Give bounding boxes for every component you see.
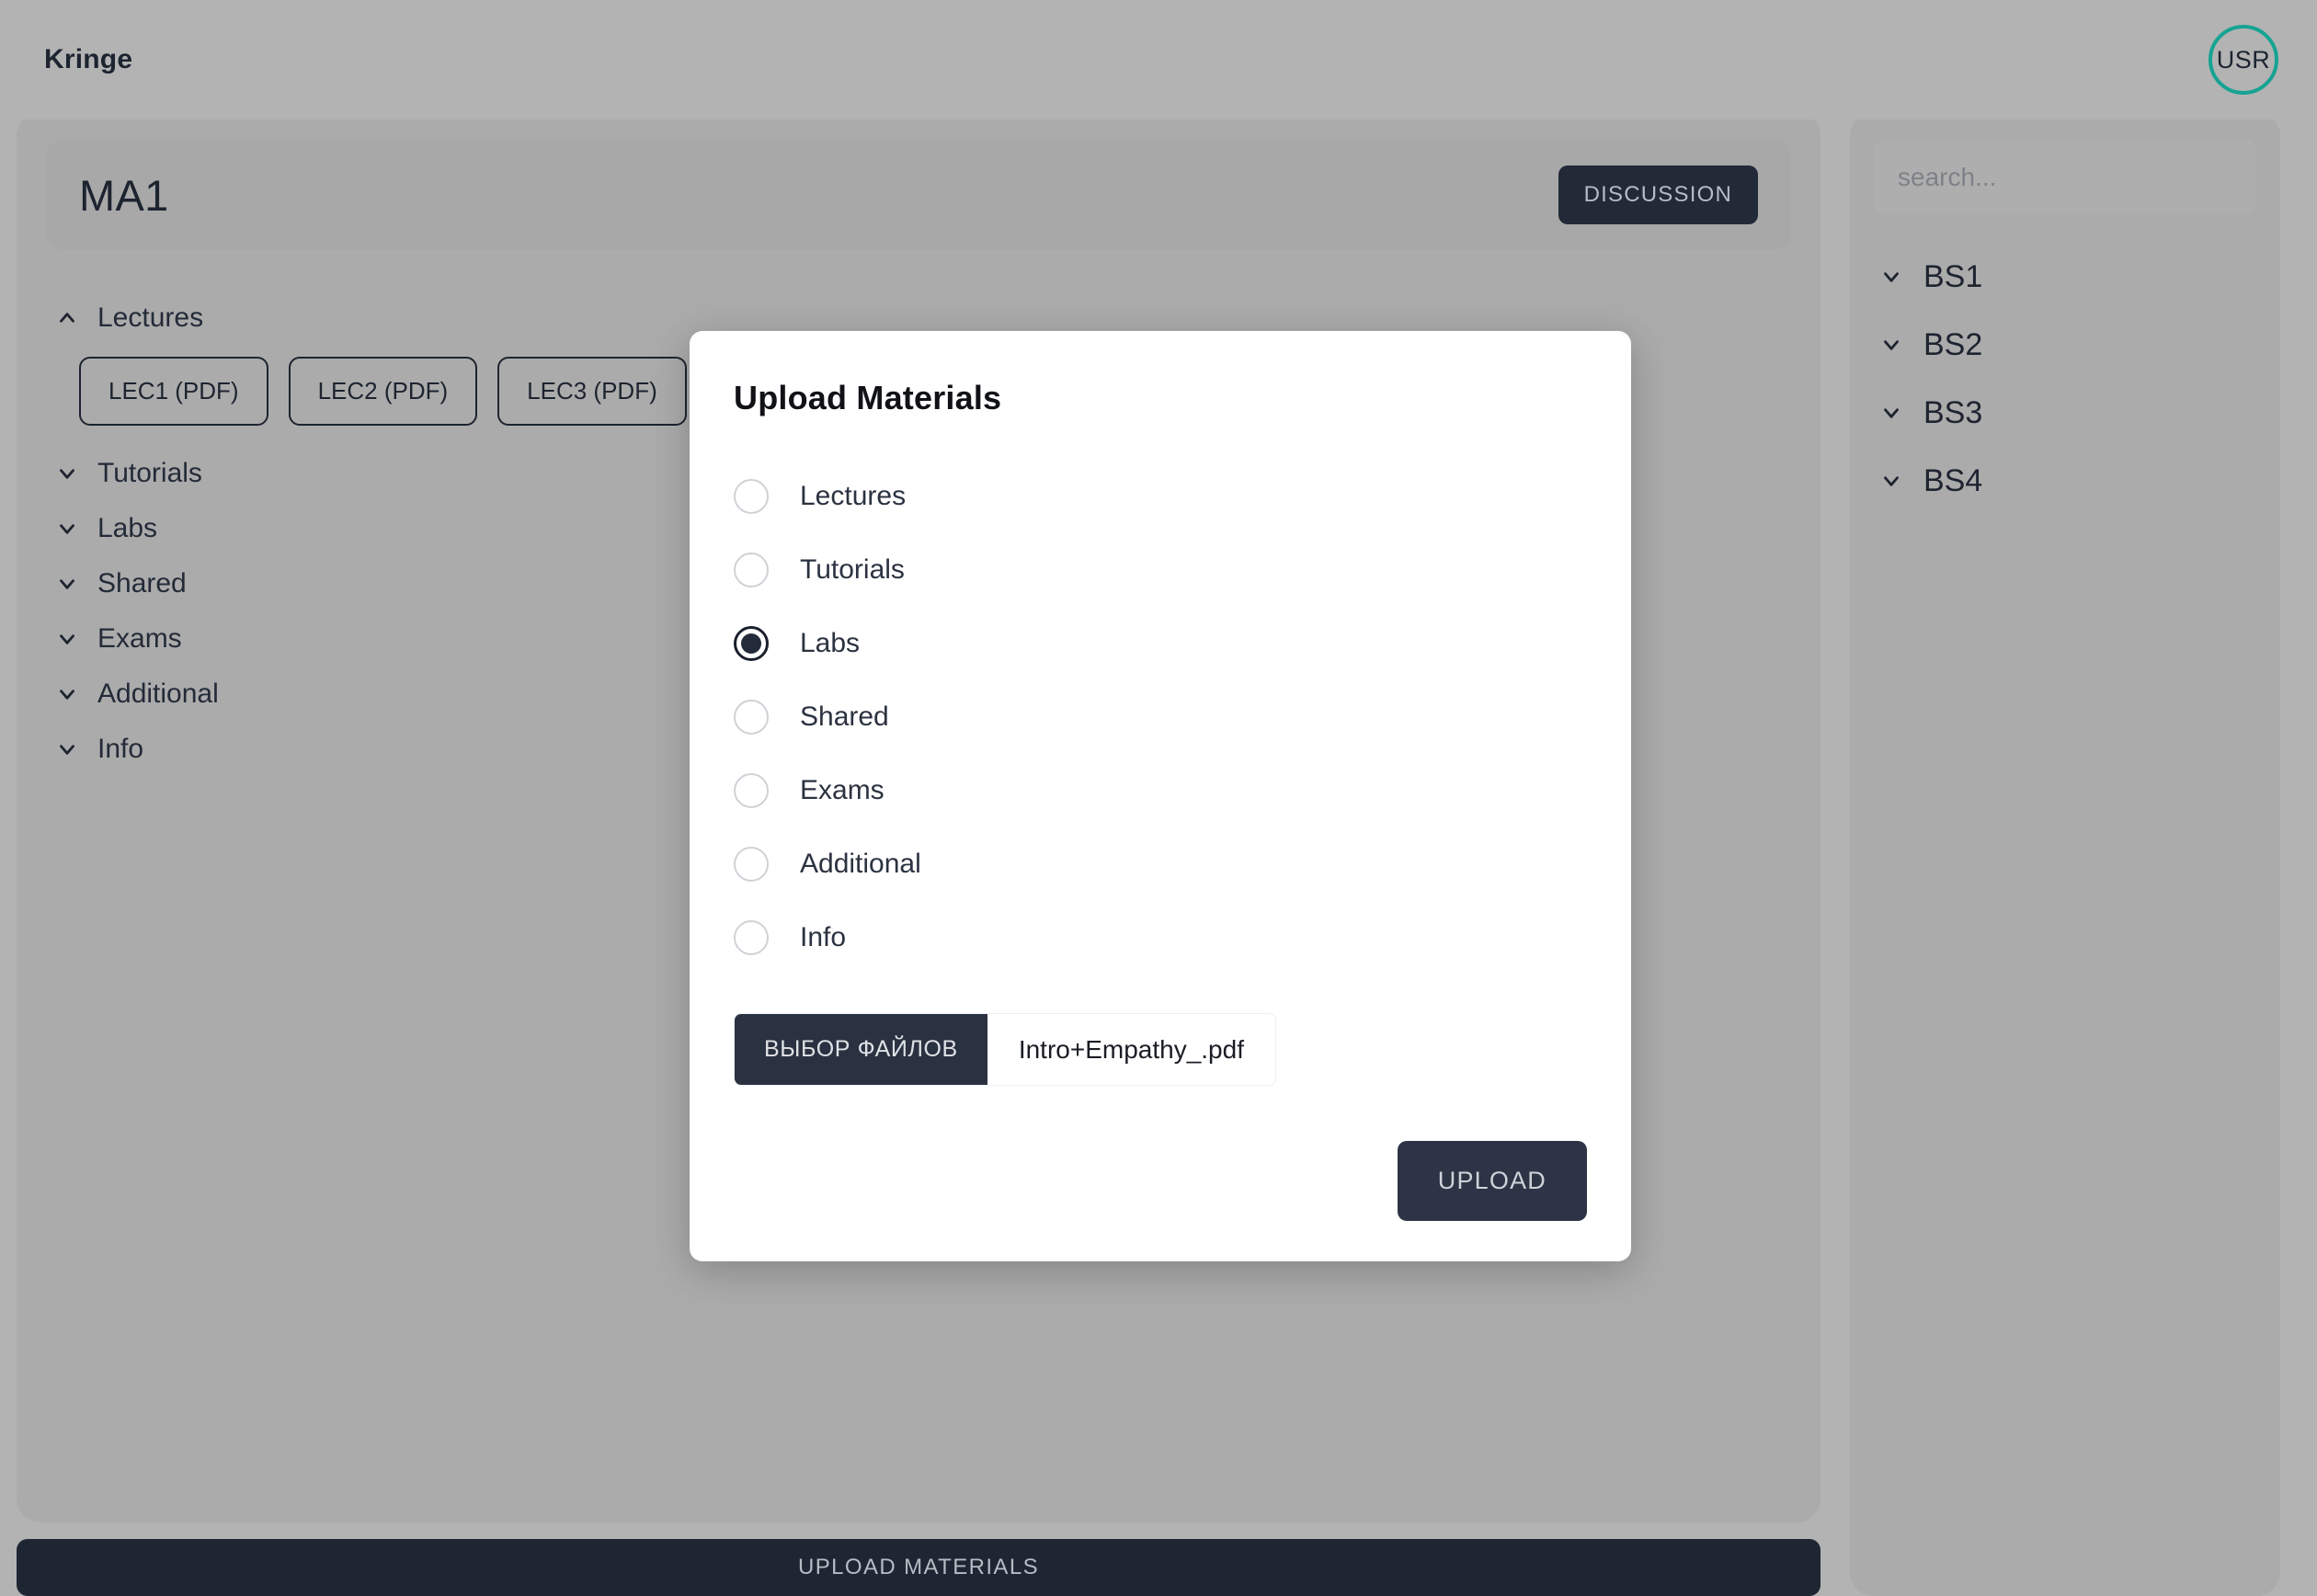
chevron-down-icon	[55, 517, 79, 541]
file-chip[interactable]: LEC3 (PDF)	[497, 357, 687, 426]
radio-option-additional[interactable]: Additional	[734, 827, 1587, 901]
section-label: Labs	[97, 513, 158, 543]
radio-option-label: Tutorials	[800, 554, 905, 585]
top-bar: Kringe USR	[0, 0, 2317, 120]
chevron-down-icon	[55, 572, 79, 596]
file-chip[interactable]: LEC2 (PDF)	[288, 357, 478, 426]
chevron-down-icon	[55, 682, 79, 706]
radio-option-label: Lectures	[800, 481, 907, 511]
radio-unselected-icon[interactable]	[734, 773, 769, 808]
upload-materials-dialog: Upload Materials Lectures Tutorials Labs Sh…	[690, 331, 1631, 1261]
sidebar-item-bs2[interactable]: BS2	[1874, 311, 2256, 379]
course-header: MA1 DISCUSSION	[46, 140, 1791, 250]
avatar[interactable]: USR	[2209, 25, 2278, 95]
radio-option-tutorials[interactable]: Tutorials	[734, 533, 1587, 607]
material-type-radio-group: Lectures Tutorials Labs Shared Exams Addition…	[734, 460, 1587, 975]
avatar-initials: USR	[2216, 45, 2271, 74]
radio-option-info[interactable]: Info	[734, 901, 1587, 975]
section-label: Lectures	[97, 302, 204, 333]
chevron-down-icon	[55, 737, 79, 761]
section-label: Exams	[97, 623, 182, 654]
radio-option-label: Labs	[800, 628, 861, 658]
sidebar-item-bs4[interactable]: BS4	[1874, 447, 2256, 515]
app-title: Kringe	[44, 44, 133, 74]
sidebar-item-label: BS4	[1923, 462, 1983, 498]
discussion-button[interactable]: DISCUSSION	[1558, 165, 1758, 224]
sidebar-item-bs1[interactable]: BS1	[1874, 243, 2256, 311]
chevron-down-icon	[55, 627, 79, 651]
sidebar-item-bs3[interactable]: BS3	[1874, 379, 2256, 447]
radio-option-label: Info	[800, 922, 847, 952]
search-input[interactable]	[1874, 140, 2256, 215]
chevron-down-icon	[1879, 333, 1903, 357]
radio-option-label: Additional	[800, 849, 921, 879]
sidebar-item-label: BS1	[1923, 258, 1983, 294]
sidebar-items: BS1 BS2 BS3 BS4	[1874, 243, 2256, 515]
chevron-down-icon	[1879, 265, 1903, 289]
sidebar-item-label: BS3	[1923, 394, 1983, 430]
dialog-title: Upload Materials	[734, 379, 1002, 416]
sidebar-item-label: BS2	[1923, 326, 1983, 362]
page-title: MA1	[79, 170, 169, 220]
chevron-down-icon	[1879, 469, 1903, 493]
sidebar-column: BS1 BS2 BS3 BS4	[1850, 112, 2280, 1596]
radio-unselected-icon[interactable]	[734, 479, 769, 514]
upload-button[interactable]: UPLOAD	[1397, 1141, 1587, 1221]
file-picker[interactable]: ВЫБОР ФАЙЛОВ Intro+Empathy_.pdf	[734, 1013, 1276, 1086]
radio-option-exams[interactable]: Exams	[734, 754, 1587, 827]
radio-unselected-icon[interactable]	[734, 847, 769, 882]
sidebar-card: BS1 BS2 BS3 BS4	[1850, 112, 2280, 1596]
radio-unselected-icon[interactable]	[734, 700, 769, 735]
radio-selected-icon[interactable]	[734, 626, 769, 661]
section-label: Info	[97, 734, 144, 764]
section-label: Tutorials	[97, 458, 202, 488]
radio-unselected-icon[interactable]	[734, 920, 769, 955]
radio-unselected-icon[interactable]	[734, 553, 769, 587]
choose-files-button[interactable]: ВЫБОР ФАЙЛОВ	[735, 1014, 987, 1085]
chevron-down-icon	[1879, 401, 1903, 425]
radio-option-label: Exams	[800, 775, 885, 805]
radio-option-shared[interactable]: Shared	[734, 680, 1587, 754]
dialog-actions: UPLOAD	[734, 1141, 1587, 1221]
selected-file-name: Intro+Empathy_.pdf	[987, 1014, 1275, 1085]
radio-option-labs[interactable]: Labs	[734, 607, 1587, 680]
section-label: Shared	[97, 568, 187, 598]
chevron-up-icon	[55, 306, 79, 330]
radio-option-label: Shared	[800, 701, 889, 732]
upload-materials-button[interactable]: UPLOAD MATERIALS	[17, 1539, 1820, 1596]
chevron-down-icon	[55, 462, 79, 485]
radio-option-lectures[interactable]: Lectures	[734, 460, 1587, 533]
section-label: Additional	[97, 678, 219, 709]
file-chip[interactable]: LEC1 (PDF)	[79, 357, 268, 426]
